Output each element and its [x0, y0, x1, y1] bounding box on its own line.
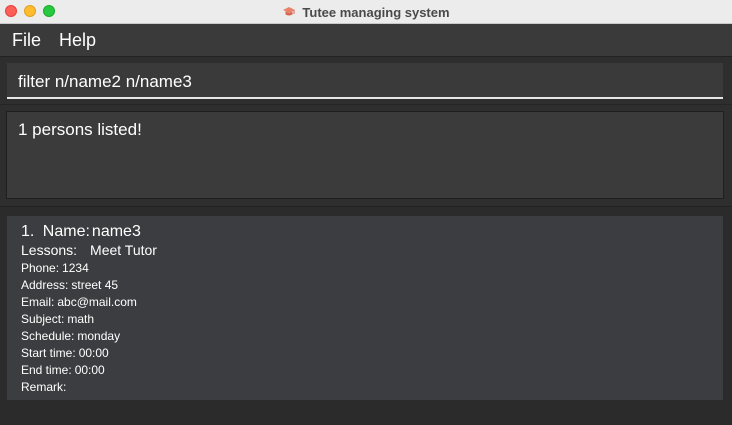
- lessons-label: Lessons:: [21, 242, 78, 258]
- person-card[interactable]: 1. Name: name3 Lessons: Meet Tutor Phone: 1…: [7, 216, 723, 400]
- person-card-header: 1. Name: name3: [21, 223, 145, 241]
- lessons-value: Meet Tutor: [90, 242, 157, 258]
- person-lessons-row: Lessons: Meet Tutor: [21, 242, 157, 258]
- phone-value: 1234: [62, 261, 89, 275]
- email-label: Email:: [21, 295, 55, 309]
- command-box-area: filter n/name2 n/name3: [0, 57, 732, 104]
- schedule-value: monday: [77, 329, 121, 343]
- person-subject: Subject: math: [21, 312, 94, 326]
- schedule-label: Schedule:: [21, 329, 75, 343]
- menu-help[interactable]: Help: [59, 30, 96, 51]
- end-time-label: End time:: [21, 363, 72, 377]
- menu-bar: File Help: [0, 24, 732, 57]
- person-name-label: Name:: [42, 223, 90, 240]
- person-start-time: Start time: 00:00: [21, 346, 109, 360]
- person-name: name3: [91, 223, 141, 240]
- address-label: Address:: [21, 278, 69, 292]
- graduation-cap-icon: [283, 7, 296, 16]
- result-message: 1 persons listed!: [18, 120, 142, 139]
- subject-label: Subject:: [21, 312, 65, 326]
- phone-label: Phone:: [21, 261, 60, 275]
- window-title-group: Tutee managing system: [0, 0, 732, 24]
- person-address: Address: street 45: [21, 278, 118, 292]
- end-time-value: 00:00: [74, 363, 105, 377]
- email-value: abc@mail.com: [57, 295, 137, 309]
- start-time-label: Start time:: [21, 346, 76, 360]
- person-list[interactable]: 1. Name: name3 Lessons: Meet Tutor Phone: 1…: [0, 206, 732, 425]
- command-input-text: filter n/name2 n/name3: [18, 72, 192, 91]
- person-remark: Remark:: [21, 380, 69, 394]
- address-value: street 45: [71, 278, 119, 292]
- menu-file[interactable]: File: [12, 30, 41, 51]
- remark-label: Remark:: [21, 380, 67, 394]
- person-phone: Phone: 1234: [21, 261, 89, 275]
- title-bar: Tutee managing system: [0, 0, 732, 24]
- window-title: Tutee managing system: [302, 4, 450, 20]
- person-index: 1.: [21, 223, 35, 240]
- command-input[interactable]: filter n/name2 n/name3: [7, 63, 723, 99]
- result-display[interactable]: 1 persons listed!: [6, 111, 724, 199]
- person-end-time: End time: 00:00: [21, 363, 105, 377]
- subject-value: math: [67, 312, 95, 326]
- result-display-area: 1 persons listed!: [0, 104, 732, 206]
- start-time-value: 00:00: [78, 346, 109, 360]
- person-email: Email: abc@mail.com: [21, 295, 137, 309]
- person-schedule: Schedule: monday: [21, 329, 120, 343]
